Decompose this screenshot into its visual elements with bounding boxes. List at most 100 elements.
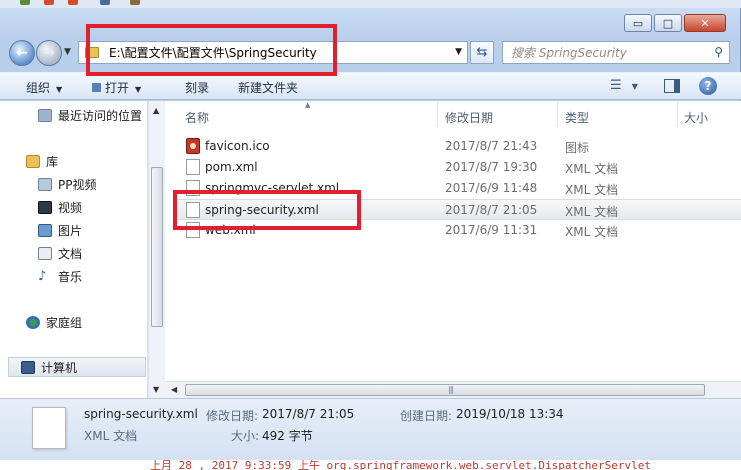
maximize-button[interactable]: □ (654, 14, 682, 32)
column-headers: ▲ 名称 修改日期 类型 大小 (165, 101, 741, 131)
nav-item-pp-video[interactable]: PP视频 (38, 174, 96, 194)
column-header-date[interactable]: 修改日期 (445, 109, 493, 126)
homegroup-icon (26, 315, 40, 329)
file-date: 2017/8/7 21:43 (445, 139, 538, 153)
nav-item-videos[interactable]: 视频 (38, 197, 82, 217)
burn-button[interactable]: 刻录 (185, 79, 209, 96)
nav-item-recent[interactable]: 最近访问的位置 (38, 105, 142, 125)
console-log-strip: 上月 28 , 2017 9:33:59 上午 org.springframew… (0, 460, 741, 470)
nav-item-documents[interactable]: 文档 (38, 243, 82, 263)
xml-file-icon (186, 159, 200, 175)
address-path[interactable]: E:\配置文件\配置文件\SpringSecurity (109, 44, 317, 61)
preview-pane-button[interactable] (664, 79, 680, 93)
view-options-button[interactable]: ☰ ▼ (610, 78, 638, 93)
address-row: ← → ▼ E:\配置文件\配置文件\SpringSecurity ▼ ⇆ ⚲ (0, 38, 741, 68)
view-list-icon: ☰ (610, 78, 622, 93)
nav-item-homegroup[interactable]: 家庭组 (26, 312, 82, 332)
scroll-up-icon[interactable]: ▲ (153, 106, 159, 115)
film-icon (38, 200, 52, 214)
open-menu[interactable]: 打开 ▼ (92, 79, 141, 96)
column-divider[interactable] (437, 101, 438, 127)
file-date: 2017/8/7 21:05 (445, 203, 538, 217)
back-button[interactable]: ← (9, 40, 35, 66)
new-folder-button[interactable]: 新建文件夹 (238, 79, 298, 96)
details-modified-label: 修改日期: (206, 409, 259, 423)
details-file-name: spring-security.xml (84, 407, 198, 421)
help-button[interactable]: ? (699, 77, 717, 95)
column-header-size[interactable]: 大小 (684, 109, 708, 126)
video-library-icon (38, 177, 52, 191)
file-type: XML 文档 (565, 225, 619, 239)
address-bar[interactable]: E:\配置文件\配置文件\SpringSecurity ▼ (78, 41, 468, 64)
nav-item-music[interactable]: ♪ 音乐 (38, 266, 82, 286)
taskbar-strip (0, 0, 741, 8)
forward-button[interactable]: → (36, 40, 62, 66)
help-icon: ? (704, 79, 712, 93)
details-modified-value: 2017/8/7 21:05 (262, 407, 355, 421)
nav-item-label: 库 (46, 154, 59, 169)
library-icon (26, 154, 40, 168)
search-icon[interactable]: ⚲ (714, 45, 723, 59)
file-name: favicon.ico (205, 139, 270, 153)
details-created-label: 创建日期: (400, 409, 453, 423)
file-row[interactable]: springmvc-servlet.xml 2017/6/9 11:48 XML… (177, 178, 741, 199)
file-type: XML 文档 (565, 205, 619, 219)
grip-icon: ||| (448, 385, 454, 394)
search-input[interactable] (503, 42, 703, 63)
column-divider[interactable] (557, 101, 558, 127)
column-divider[interactable] (677, 101, 678, 127)
documents-icon (38, 246, 52, 260)
nav-item-label: 图片 (58, 223, 83, 238)
file-preview-icon (32, 407, 66, 449)
arrow-left-icon: ← (16, 45, 28, 61)
computer-icon (21, 360, 35, 374)
nav-item-label: PP视频 (58, 177, 97, 192)
navigation-pane: 最近访问的位置 库 PP视频 视频 图片 文档 ♪ 音乐 家庭组 计算机 (0, 101, 148, 398)
file-row[interactable]: web.xml 2017/6/9 11:31 XML 文档 2 (177, 220, 741, 241)
scroll-left-icon[interactable]: ◀ (171, 385, 177, 394)
file-name: pom.xml (205, 160, 258, 174)
file-row[interactable]: favicon.ico 2017/8/7 21:43 图标 5 (177, 136, 741, 157)
recent-pages-dropdown[interactable]: ▼ (64, 47, 71, 57)
xml-file-icon (186, 180, 200, 196)
file-date: 2017/6/9 11:31 (445, 223, 538, 237)
nav-scroll-thumb[interactable] (151, 167, 163, 327)
scroll-down-icon[interactable]: ▼ (153, 385, 159, 394)
column-header-type[interactable]: 类型 (565, 109, 589, 126)
details-size-value: 492 字节 (262, 429, 313, 443)
organize-label: 组织 (26, 81, 51, 95)
refresh-button[interactable]: ⇆ (470, 41, 494, 64)
sort-ascending-icon: ▲ (305, 101, 311, 109)
nav-item-pictures[interactable]: 图片 (38, 220, 82, 240)
nav-scrollbar[interactable]: ▲ ▼ (148, 101, 165, 398)
file-row[interactable]: pom.xml 2017/8/7 19:30 XML 文档 1 (177, 157, 741, 178)
xml-file-icon (186, 202, 200, 218)
open-label: 打开 (105, 81, 130, 95)
file-type: XML 文档 (565, 183, 619, 197)
column-header-name[interactable]: 名称 (185, 109, 209, 126)
file-name: spring-security.xml (205, 203, 319, 217)
close-button[interactable]: ✕ (684, 14, 726, 32)
nav-item-computer[interactable]: 计算机 (8, 357, 146, 377)
open-icon (92, 83, 101, 92)
file-type: 图标 (565, 141, 590, 155)
nav-item-libraries[interactable]: 库 (26, 151, 58, 171)
nav-item-label: 音乐 (58, 269, 83, 284)
details-pane: spring-security.xml XML 文档 修改日期: 2017/8/… (0, 398, 741, 460)
file-name: web.xml (205, 223, 256, 237)
file-name: springmvc-servlet.xml (205, 181, 340, 195)
nav-item-label: 视频 (58, 200, 83, 215)
chevron-down-icon[interactable]: ▼ (455, 47, 462, 57)
file-list: ▲ 名称 修改日期 类型 大小 favicon.ico 2017/8/7 21:… (165, 101, 741, 398)
horizontal-scrollbar[interactable]: ◀ ||| (165, 381, 741, 398)
command-toolbar: 组织 ▼ 打开 ▼ 刻录 新建文件夹 ☰ ▼ ? (0, 72, 741, 100)
minimize-button[interactable]: ▭ (624, 14, 652, 32)
file-row-selected[interactable]: spring-security.xml 2017/8/7 21:05 XML 文… (177, 199, 741, 220)
arrow-right-icon: → (43, 45, 55, 61)
horizontal-scroll-thumb[interactable]: ||| (185, 384, 705, 396)
chevron-down-icon: ▼ (135, 85, 142, 94)
search-box[interactable]: ⚲ (502, 41, 730, 64)
organize-menu[interactable]: 组织 ▼ (26, 79, 62, 96)
nav-item-label: 文档 (58, 246, 83, 261)
file-date: 2017/8/7 19:30 (445, 160, 538, 174)
